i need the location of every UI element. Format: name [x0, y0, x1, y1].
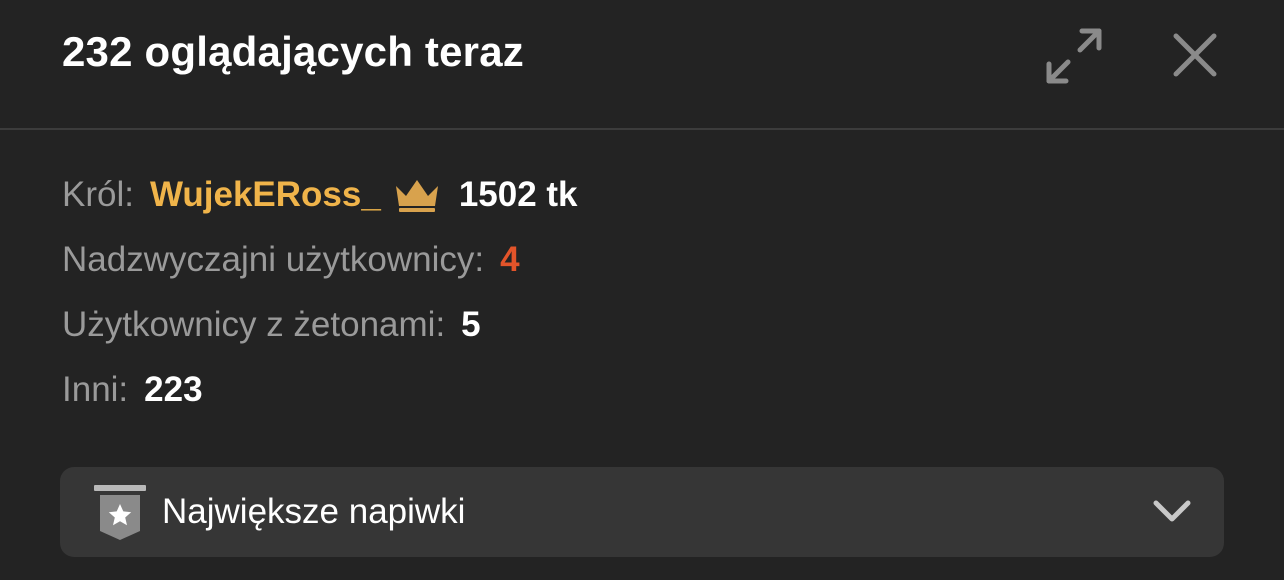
top-tips-dropdown[interactable]: Największe napiwki [60, 467, 1224, 557]
others-label: Inni: [62, 370, 129, 409]
close-button[interactable] [1164, 24, 1226, 86]
crown-icon [393, 177, 441, 213]
panel-header: 232 oglądających teraz [0, 0, 1284, 130]
others-row: Inni: 223 [62, 361, 578, 419]
special-users-count: 4 [500, 240, 520, 279]
token-users-count: 5 [461, 305, 481, 344]
chevron-down-icon [1152, 495, 1192, 532]
king-row: Król: WujekERoss_ 1502 tk [62, 166, 578, 224]
top-tips-label: Największe napiwki [162, 492, 466, 531]
token-users-row: Użytkownicy z żetonami: 5 [62, 296, 578, 354]
special-users-label: Nadzwyczajni użytkownicy: [62, 240, 485, 279]
star-badge-icon [92, 485, 148, 546]
close-icon [1173, 33, 1217, 77]
king-label: Król: [62, 175, 134, 214]
token-users-label: Użytkownicy z żetonami: [62, 305, 446, 344]
others-count: 223 [144, 370, 203, 409]
expand-icon [1046, 28, 1102, 84]
king-tokens: 1502 tk [458, 175, 578, 214]
viewer-count-title: 232 oglądających teraz [62, 28, 524, 75]
king-username[interactable]: WujekERoss_ [150, 175, 381, 215]
viewer-stats: Król: WujekERoss_ 1502 tk Nadzwyczajni u… [62, 166, 578, 426]
expand-button[interactable] [1040, 22, 1108, 90]
special-users-row: Nadzwyczajni użytkownicy: 4 [62, 231, 578, 289]
